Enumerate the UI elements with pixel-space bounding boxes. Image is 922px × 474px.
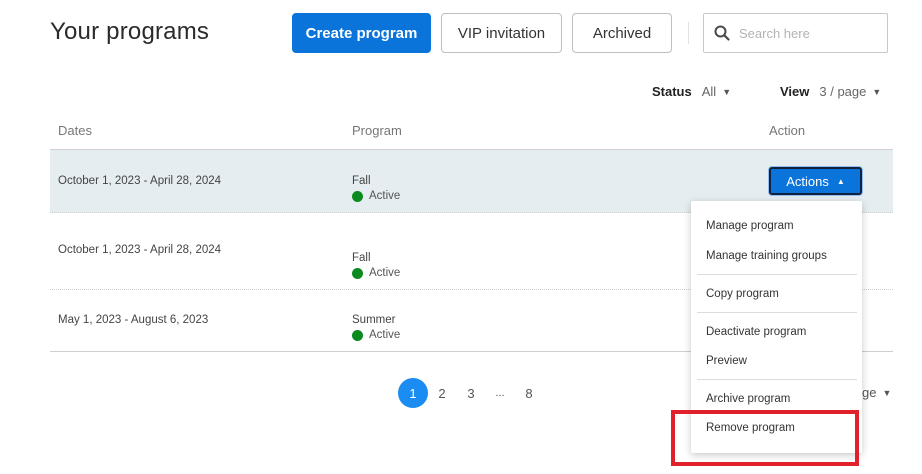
status-filter[interactable]: Status All ▼ (652, 84, 731, 99)
column-header-program: Program (352, 123, 402, 138)
row-program: Fall (352, 252, 371, 264)
menu-item-deactivate-program[interactable]: Deactivate program (706, 326, 806, 338)
menu-item-archive-program[interactable]: Archive program (706, 393, 790, 405)
page-title: Your programs (50, 18, 210, 45)
status-filter-label: Status (652, 84, 692, 99)
column-header-action: Action (769, 123, 806, 138)
menu-divider (697, 379, 857, 380)
status-text: Active (369, 329, 401, 341)
row-dates: October 1, 2023 - April 28, 2024 (58, 175, 222, 187)
pagination-page-1[interactable]: 1 (398, 378, 428, 408)
status-badge: Active (352, 190, 400, 202)
status-text: Active (369, 190, 401, 202)
per-page-label: ge (862, 385, 877, 400)
status-badge: Active (352, 329, 400, 341)
row-program: Fall (352, 175, 371, 187)
search-input[interactable] (739, 25, 879, 41)
view-filter-value: 3 / page (819, 84, 867, 99)
status-dot-icon (352, 190, 363, 202)
status-dot-icon (352, 329, 363, 341)
caret-down-icon: ▼ (882, 387, 892, 398)
search-box[interactable] (703, 13, 888, 53)
menu-item-copy-program[interactable]: Copy program (706, 288, 779, 300)
menu-divider (697, 274, 857, 275)
pagination-page-3[interactable]: 3 (461, 378, 481, 408)
status-dot-icon (352, 267, 363, 279)
actions-button[interactable]: Actions ▲ (769, 167, 862, 195)
highlight-box (671, 410, 859, 466)
pagination-page-8[interactable]: 8 (519, 378, 539, 408)
header-divider (688, 22, 689, 44)
row-program: Summer (352, 314, 396, 326)
vip-invitation-button[interactable]: VIP invitation (441, 13, 562, 53)
caret-down-icon: ▼ (872, 86, 882, 97)
menu-item-manage-training-groups[interactable]: Manage training groups (706, 250, 827, 262)
menu-item-preview[interactable]: Preview (706, 355, 747, 367)
row-dates: May 1, 2023 - August 6, 2023 (58, 314, 209, 326)
column-header-dates: Dates (58, 123, 92, 138)
caret-down-icon: ▼ (722, 86, 732, 97)
archived-button[interactable]: Archived (572, 13, 672, 53)
menu-item-manage-program[interactable]: Manage program (706, 220, 794, 232)
caret-up-icon: ▲ (836, 176, 845, 186)
status-filter-value: All (701, 84, 717, 99)
actions-button-label: Actions (786, 173, 829, 189)
row-dates: October 1, 2023 - April 28, 2024 (58, 244, 222, 256)
search-icon (714, 25, 730, 41)
view-filter[interactable]: View 3 / page ▼ (780, 84, 881, 99)
menu-divider (697, 312, 857, 313)
status-badge: Active (352, 267, 400, 279)
pagination-page-2[interactable]: 2 (432, 378, 452, 408)
view-filter-label: View (780, 84, 810, 99)
create-program-button[interactable]: Create program (292, 13, 431, 53)
per-page-selector[interactable]: ge ▼ (862, 385, 891, 400)
pagination-ellipsis: ... (495, 387, 505, 399)
status-text: Active (369, 267, 401, 279)
